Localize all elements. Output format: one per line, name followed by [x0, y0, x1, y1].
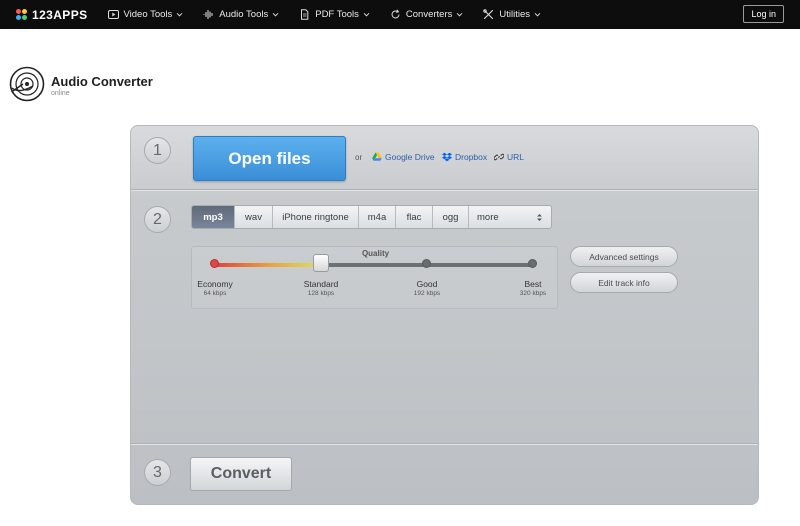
quality-level-bitrate: 128 kbps [307, 290, 335, 297]
open-files-button[interactable]: Open files [193, 136, 346, 181]
quality-level-label: Best [524, 279, 542, 289]
document-icon [299, 9, 310, 20]
nav-menu: Video Tools Audio Tools PDF Tools Conver… [107, 9, 561, 20]
quality-level-dot[interactable] [528, 259, 537, 268]
quality-level-bitrate: 192 kbps [413, 290, 441, 297]
page-title: Audio Converter [51, 74, 153, 89]
refresh-icon [390, 9, 401, 20]
convert-button[interactable]: Convert [190, 457, 292, 491]
dropbox-link[interactable]: Dropbox [442, 152, 487, 162]
format-tab-flac[interactable]: flac [396, 206, 433, 228]
chevron-down-icon [457, 12, 463, 17]
logo-dots-icon [16, 8, 28, 21]
step-open-files: 1 Open files or Google Drive Dropbox URL [131, 126, 758, 190]
nav-item-utilities[interactable]: Utilities [483, 9, 541, 20]
nav-item-label: PDF Tools [315, 9, 359, 20]
format-tab-iphone-ringtone[interactable]: iPhone ringtone [273, 206, 359, 228]
format-tab-wav[interactable]: wav [235, 206, 273, 228]
page-subtitle: online [51, 90, 70, 97]
quality-slider-handle[interactable] [313, 254, 329, 272]
url-label: URL [507, 152, 525, 162]
chevron-down-icon [534, 12, 541, 17]
tools-icon [483, 9, 494, 20]
edit-track-info-button[interactable]: Edit track info [570, 272, 678, 293]
quality-level-label: Economy [197, 279, 233, 289]
step-format-settings: 2 mp3 wav iPhone ringtone m4a flac ogg m… [131, 191, 758, 444]
url-link[interactable]: URL [494, 152, 524, 162]
audio-disc-icon [9, 66, 45, 102]
nav-item-pdf-tools[interactable]: PDF Tools [299, 9, 370, 20]
google-drive-link[interactable]: Google Drive [372, 152, 435, 162]
chevron-down-icon [363, 12, 370, 17]
nav-item-video-tools[interactable]: Video Tools [107, 9, 184, 20]
nav-item-audio-tools[interactable]: Audio Tools [203, 9, 279, 20]
step-number: 2 [144, 206, 171, 233]
logo[interactable]: 123APPS [16, 0, 88, 29]
or-text: or [355, 153, 363, 162]
quality-slider-box: Quality Economy 64 kbps Standard 128 kbps Go… [191, 246, 558, 309]
format-tab-mp3[interactable]: mp3 [192, 206, 235, 228]
app-header: Audio Converter online [9, 66, 153, 102]
step-number: 3 [144, 459, 171, 486]
quality-level-bitrate: 64 kbps [203, 290, 227, 297]
nav-item-label: Audio Tools [219, 9, 269, 20]
step-convert: 3 Convert [131, 445, 758, 504]
chevron-down-icon [176, 12, 183, 17]
google-drive-label: Google Drive [385, 152, 435, 162]
step-number: 1 [144, 137, 171, 164]
nav-item-label: Utilities [499, 9, 530, 20]
format-more-label: more [477, 211, 499, 223]
link-icon [494, 153, 504, 161]
chevron-down-icon [272, 12, 279, 17]
dropbox-label: Dropbox [455, 152, 488, 162]
format-tab-ogg[interactable]: ogg [433, 206, 469, 228]
quality-level-dot[interactable] [422, 259, 431, 268]
format-selector: mp3 wav iPhone ringtone m4a flac ogg mor… [191, 205, 552, 229]
quality-slider-fill [215, 263, 321, 267]
quality-level-bitrate: 320 kbps [519, 290, 547, 297]
nav-item-label: Converters [405, 9, 453, 20]
format-tab-m4a[interactable]: m4a [359, 206, 396, 228]
waveform-icon [203, 9, 214, 20]
quality-slider-track[interactable] [215, 263, 533, 267]
advanced-settings-button[interactable]: Advanced settings [570, 246, 678, 267]
login-button[interactable]: Log in [743, 5, 784, 23]
logo-text: 123APPS [32, 7, 88, 22]
nav-item-converters[interactable]: Converters [390, 9, 463, 20]
updown-arrow-icon [537, 213, 542, 221]
quality-level-label: Standard [303, 279, 339, 289]
dropbox-icon [442, 152, 452, 162]
top-nav: 123APPS Video Tools Audio Tools PDF Tool… [0, 0, 800, 29]
quality-level-label: Good [416, 279, 438, 289]
quality-title: Quality [361, 249, 390, 258]
nav-item-label: Video Tools [123, 9, 173, 20]
play-icon [107, 9, 119, 20]
google-drive-icon [372, 152, 382, 161]
converter-panel: 1 Open files or Google Drive Dropbox URL [130, 125, 759, 505]
quality-level-dot[interactable] [210, 259, 219, 268]
format-more-dropdown[interactable]: more [469, 206, 551, 228]
